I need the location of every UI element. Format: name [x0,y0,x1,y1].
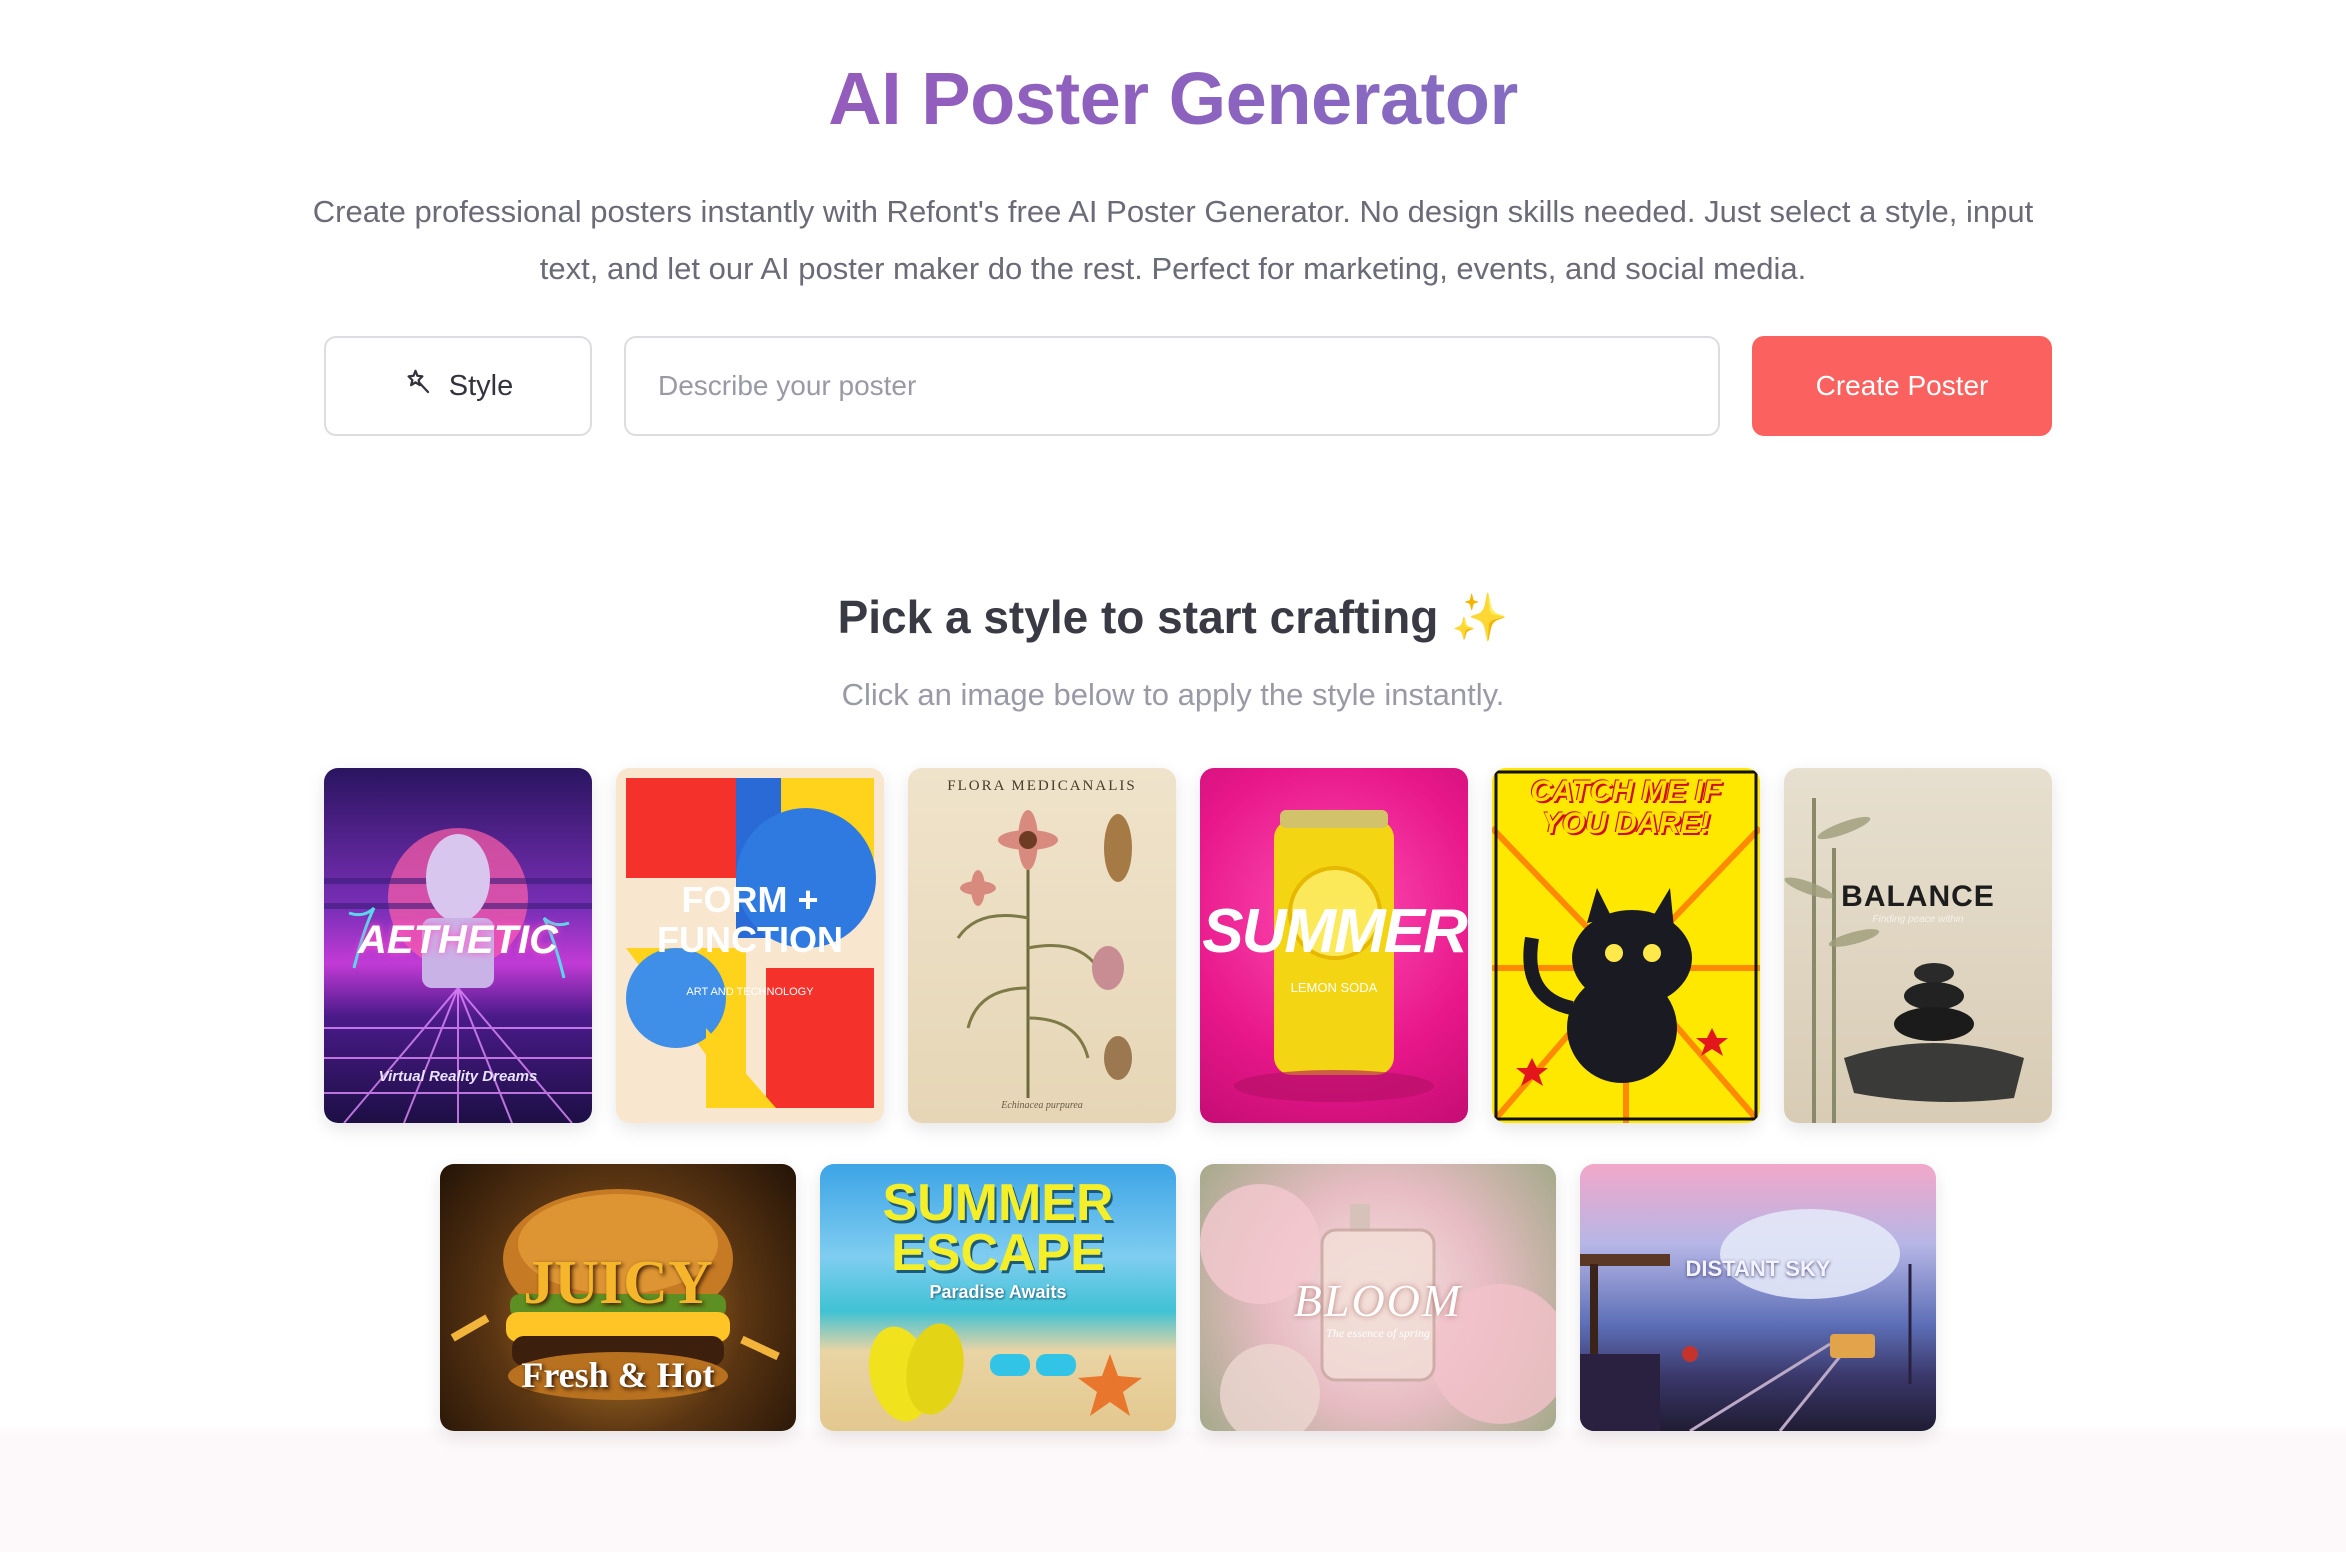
style-card-summer-soda[interactable]: SUMMER LEMON SODA [1200,768,1468,1123]
style-card-balance[interactable]: BALANCE Finding peace within [1784,768,2052,1123]
create-poster-button[interactable]: Create Poster [1752,336,2052,436]
style-card-aesthetic[interactable]: AETHETIC Virtual Reality Dreams [324,768,592,1123]
card-headline: FORM + FUNCTION [657,879,843,960]
flora-artwork [956,810,1132,1098]
card-headline: AETHETIC [358,918,558,962]
card-headline: JUICY [523,1249,713,1317]
gallery-subtitle: Click an image below to apply the style … [841,677,1505,712]
page-title: AI Poster Generator [0,56,2346,141]
card-subtitle: Echinacea purpurea [1001,1100,1083,1111]
style-button-label: Style [448,369,514,402]
style-button[interactable]: Style [324,336,592,436]
card-headline: CATCH ME IF YOU DARE! [1530,775,1722,840]
card-subtitle: Fresh & Hot [521,1355,715,1395]
card-headline: BALANCE [1841,880,1995,913]
style-card-juicy[interactable]: JUICY Fresh & Hot [440,1164,796,1431]
card-subtitle: Finding peace within [1872,914,1964,925]
style-card-flora[interactable]: FLORA MEDICANALIS Echinacea purpurea [908,768,1176,1123]
style-card-catch-me[interactable]: CATCH ME IF YOU DARE! [1492,768,1760,1123]
card-subtitle: Paradise Awaits [929,1282,1067,1302]
style-card-distant-sky[interactable]: DISTANT SKY [1580,1164,1936,1431]
page-description: Create professional posters instantly wi… [312,194,2034,286]
style-card-summer-escape[interactable]: SUMMER ESCAPE Paradise Awaits [820,1164,1176,1431]
card-headline: FLORA MEDICANALIS [947,778,1137,794]
card-subtitle: The essence of spring [1326,1326,1430,1340]
card-headline: SUMMER ESCAPE [882,1174,1114,1282]
card-subtitle: ART AND TECHNOLOGY [686,986,814,998]
card-subtitle: Virtual Reality Dreams [378,1068,538,1085]
card-headline: BLOOM [1293,1275,1463,1326]
generator-controls: Style Create Poster [324,336,2052,436]
anime-sky-artwork [1580,1209,1912,1431]
zen-stones-artwork [1784,798,2024,1123]
style-card-form-function[interactable]: FORM + FUNCTION ART AND TECHNOLOGY [616,768,884,1123]
card-headline: DISTANT SKY [1685,1256,1831,1281]
poster-prompt-input[interactable] [624,336,1720,436]
card-headline: SUMMER [1202,897,1468,966]
gallery-title: Pick a style to start crafting ✨ [837,591,1509,643]
style-card-bloom[interactable]: BLOOM The essence of spring [1200,1164,1556,1431]
card-subtitle: LEMON SODA [1290,980,1378,995]
magic-wand-icon [403,367,433,405]
page: AI Poster Generator Create professional … [0,0,2346,1552]
